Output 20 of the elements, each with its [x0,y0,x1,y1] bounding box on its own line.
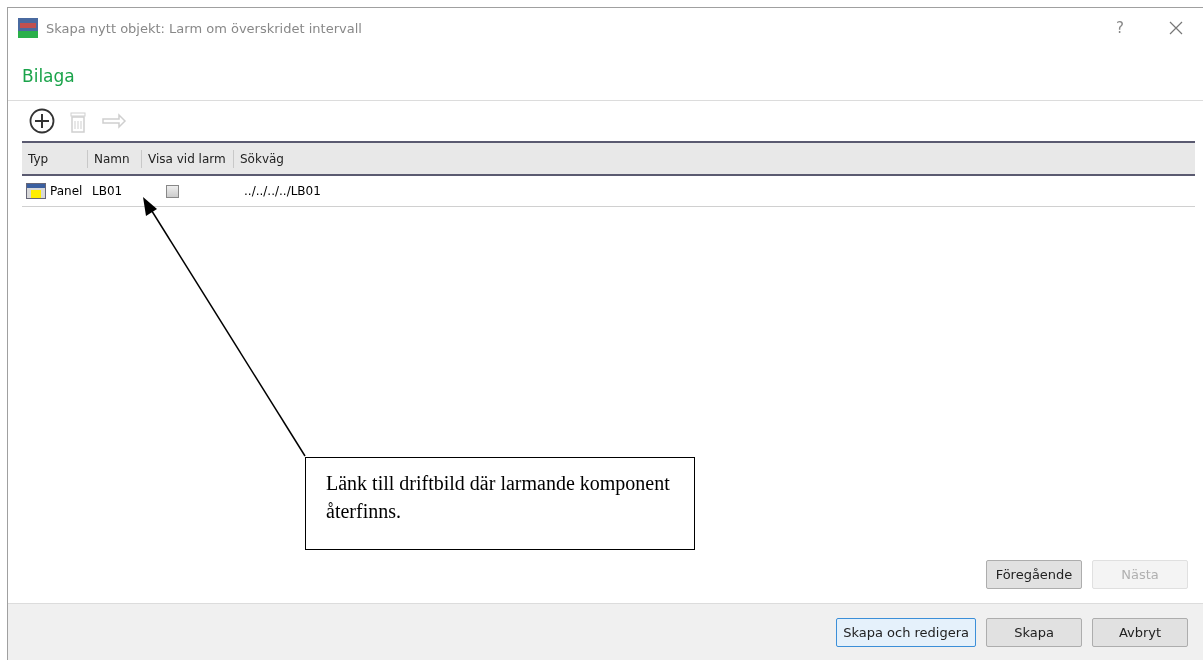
help-button[interactable]: ? [1105,19,1135,37]
close-icon[interactable] [1169,21,1183,35]
annotation-text: Länk till driftbild där larmande komponent återfinns. [305,457,695,550]
table-cell: LB01 [92,184,123,198]
previous-button[interactable]: Föregående [986,560,1082,589]
column-header[interactable]: Visa vid larm [148,151,226,166]
app-icon [18,18,38,38]
add-icon[interactable] [28,107,56,135]
create-button[interactable]: Skapa [986,617,1082,647]
section-title: Bilaga [21,65,76,88]
table-cell: ../../../../LB01 [244,184,321,198]
column-header[interactable]: Sökväg [240,151,284,166]
window-title: Skapa nytt objekt: Larm om överskridet intervall [46,20,363,36]
table-cell: Panel [50,184,83,198]
checkbox[interactable] [166,184,179,198]
panel-icon [26,183,46,199]
create-and-edit-button[interactable]: Skapa och redigera [836,617,976,647]
column-header[interactable]: Namn [94,151,130,166]
column-header[interactable]: Typ [28,151,49,166]
cancel-button[interactable]: Avbryt [1092,617,1188,647]
